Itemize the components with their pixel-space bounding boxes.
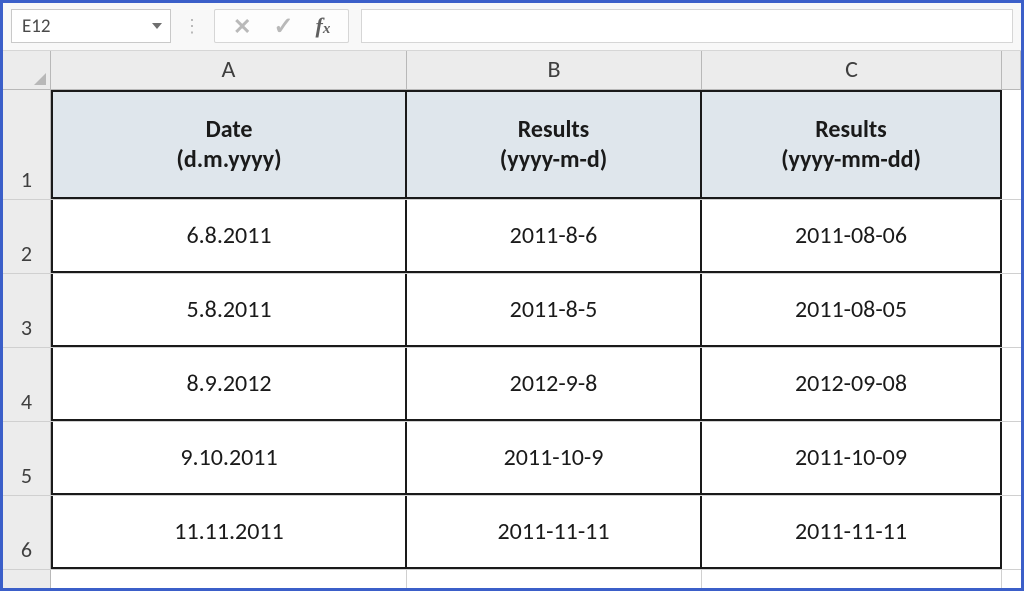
table-row: 2 6.8.2011 2011-8-6 2011-08-06: [3, 200, 1021, 274]
cell-A2[interactable]: 6.8.2011: [51, 200, 407, 273]
cell-blank[interactable]: [702, 570, 1002, 588]
cell-A4[interactable]: 8.9.2012: [51, 348, 407, 421]
formula-bar-grip-icon: ⋮: [183, 15, 202, 37]
spreadsheet-grid[interactable]: 1 Date (d.m.yyyy) Results (yyyy-m-d) Res…: [3, 90, 1021, 588]
row-header-5[interactable]: 5: [3, 422, 51, 495]
fx-icon[interactable]: fx: [316, 13, 331, 39]
formula-bar: E12 ⋮ ✕ ✓ fx: [3, 3, 1021, 51]
cell-A6[interactable]: 11.11.2011: [51, 496, 407, 569]
formula-bar-buttons: ✕ ✓ fx: [214, 9, 349, 43]
col-header-C[interactable]: C: [702, 51, 1002, 89]
cell-B6[interactable]: 2011-11-11: [407, 496, 702, 569]
table-row: 6 11.11.2011 2011-11-11 2011-11-11: [3, 496, 1021, 570]
col-header-rest[interactable]: [1002, 51, 1021, 89]
row-header-6[interactable]: 6: [3, 496, 51, 569]
cell-B3[interactable]: 2011-8-5: [407, 274, 702, 347]
cell-blank[interactable]: [51, 570, 407, 588]
row-header-2[interactable]: 2: [3, 200, 51, 273]
table-row: 5 9.10.2011 2011-10-9 2011-10-09: [3, 422, 1021, 496]
row-header-blank[interactable]: [3, 570, 51, 588]
row-header-4[interactable]: 4: [3, 348, 51, 421]
cell-B5[interactable]: 2011-10-9: [407, 422, 702, 495]
cell-blank[interactable]: [407, 570, 702, 588]
table-row: 4 8.9.2012 2012-9-8 2012-09-08: [3, 348, 1021, 422]
cell-C4[interactable]: 2012-09-08: [702, 348, 1002, 421]
cell-A5[interactable]: 9.10.2011: [51, 422, 407, 495]
chevron-down-icon[interactable]: [152, 23, 162, 29]
select-all-corner[interactable]: [3, 51, 51, 89]
excel-window: E12 ⋮ ✕ ✓ fx A B C 1 Date (d.m.yyyy) Res…: [3, 3, 1021, 588]
cell-C3[interactable]: 2011-08-05: [702, 274, 1002, 347]
table-row: 1 Date (d.m.yyyy) Results (yyyy-m-d) Res…: [3, 90, 1021, 200]
name-box-value: E12: [22, 15, 51, 38]
row-header-1[interactable]: 1: [3, 90, 51, 199]
cell-A1[interactable]: Date (d.m.yyyy): [51, 90, 407, 199]
cell-B1[interactable]: Results (yyyy-m-d): [407, 90, 702, 199]
cell-C1[interactable]: Results (yyyy-mm-dd): [702, 90, 1002, 199]
row-header-3[interactable]: 3: [3, 274, 51, 347]
cell-C6[interactable]: 2011-11-11: [702, 496, 1002, 569]
grid-tail: [3, 570, 1021, 588]
column-headers: A B C: [3, 51, 1021, 90]
cell-C5[interactable]: 2011-10-09: [702, 422, 1002, 495]
name-box[interactable]: E12: [11, 9, 171, 43]
col-header-B[interactable]: B: [407, 51, 702, 89]
cell-B2[interactable]: 2011-8-6: [407, 200, 702, 273]
check-icon[interactable]: ✓: [273, 12, 293, 41]
cell-B4[interactable]: 2012-9-8: [407, 348, 702, 421]
cell-A3[interactable]: 5.8.2011: [51, 274, 407, 347]
table-row: 3 5.8.2011 2011-8-5 2011-08-05: [3, 274, 1021, 348]
formula-input[interactable]: [361, 9, 1013, 43]
col-header-A[interactable]: A: [51, 51, 407, 89]
cell-C2[interactable]: 2011-08-06: [702, 200, 1002, 273]
cancel-icon[interactable]: ✕: [233, 13, 251, 40]
